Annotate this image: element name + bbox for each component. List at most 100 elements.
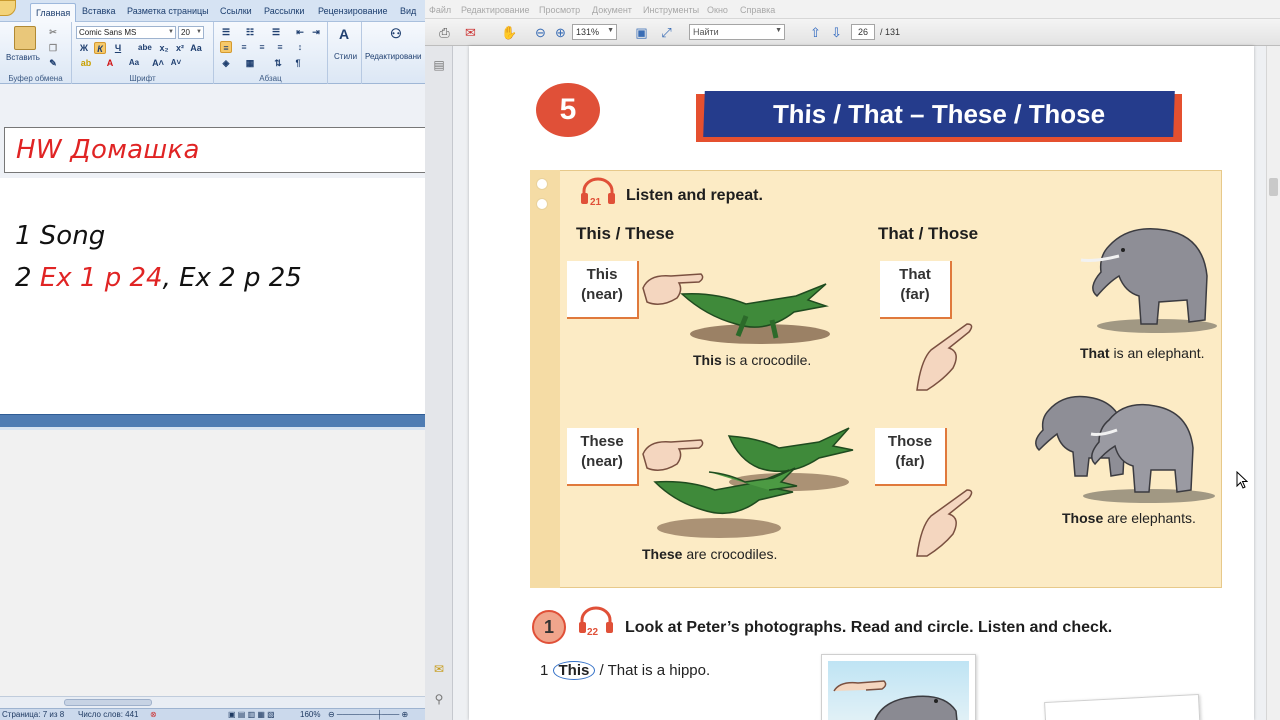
email-icon[interactable]: ✉ [463, 25, 478, 40]
superscript-button[interactable]: x² [174, 42, 186, 54]
menu-file[interactable]: Файл [429, 5, 451, 15]
justify-icon[interactable]: ≡ [274, 41, 286, 53]
shrink-font-button[interactable]: A˅ [170, 57, 182, 69]
shading-icon[interactable]: ◈ [220, 57, 232, 69]
tab-home[interactable]: Главная [30, 3, 77, 22]
sort-icon[interactable]: ⇅ [272, 57, 284, 69]
status-word-count[interactable]: Число слов: 441 [78, 710, 138, 719]
print-icon[interactable]: ⎙ [437, 25, 452, 40]
clear-format-button[interactable]: Aa [190, 42, 202, 54]
page-number-input[interactable]: 26 [851, 24, 875, 40]
photo-second [1044, 693, 1201, 720]
menu-view[interactable]: Просмотр [539, 5, 580, 15]
paste-icon[interactable] [14, 26, 36, 50]
fit-page-icon[interactable]: ▣ [634, 25, 649, 40]
tab-view[interactable]: Вид [400, 6, 416, 16]
highlight-color-button[interactable]: ab [80, 57, 92, 69]
pdf-menu-bar: Файл Редактирование Просмотр Документ Ин… [425, 0, 1280, 19]
editing-label[interactable]: Редактировани [365, 52, 422, 61]
tab-mailings[interactable]: Рассылки [264, 6, 304, 16]
exercise-item-1: 1 This / That is a hippo. [540, 661, 711, 680]
panel-margin [530, 170, 560, 588]
subscript-button[interactable]: x₂ [158, 42, 170, 54]
view-buttons[interactable]: ▣ ▤ ▥ ▦ ▧ [228, 710, 275, 719]
pages-panel-icon[interactable]: ▤ [432, 58, 446, 72]
format-painter-icon[interactable]: ✎ [47, 57, 59, 69]
align-left-icon[interactable]: ≡ [220, 41, 232, 53]
proofing-error-icon[interactable]: ⊗ [150, 710, 157, 719]
zoom-out-icon[interactable]: ⊖ [533, 25, 548, 40]
attachments-icon[interactable]: ⚲ [432, 692, 446, 706]
zoom-in-icon[interactable]: ⊕ [553, 25, 568, 40]
column-head-this-these: This / These [576, 224, 675, 243]
numbering-icon[interactable]: ☷ [244, 26, 256, 38]
show-marks-icon[interactable]: ¶ [292, 57, 304, 69]
font-size-select[interactable]: 20 ▼ [178, 26, 204, 39]
cut-icon[interactable]: ✂ [47, 26, 59, 38]
change-case-button[interactable]: Aa [128, 57, 140, 69]
office-button[interactable] [0, 0, 16, 16]
align-center-icon[interactable]: ≡ [238, 41, 250, 53]
font-name-select[interactable]: Comic Sans MS ▼ [76, 26, 176, 39]
styles-label[interactable]: Стили [334, 52, 357, 61]
zoom-slider[interactable]: ⊖ ───────┼─── ⊕ [328, 710, 408, 719]
hand-tool-icon[interactable]: ✋ [501, 25, 517, 40]
clipboard-group: Вставить ✂ ❐ ✎ Буфер обмена [0, 22, 72, 84]
document-empty-area[interactable] [0, 430, 425, 696]
font-color-button[interactable]: A [104, 57, 116, 69]
doc-line-1[interactable]: 1 Song [15, 221, 105, 251]
pdf-vertical-scrollbar[interactable] [1266, 46, 1280, 720]
styles-icon[interactable]: A [338, 27, 350, 41]
increase-indent-icon[interactable]: ⇥ [310, 26, 322, 38]
pdf-sidebar: ▤ ✉ ⚲ [425, 46, 453, 720]
status-page[interactable]: Страница: 7 из 8 [2, 710, 64, 719]
ribbon-tabs: Главная Вставка Разметка страницы Ссылки… [0, 0, 425, 22]
copy-icon[interactable]: ❐ [47, 42, 59, 54]
zoom-select[interactable]: 131% ▼ [572, 24, 617, 40]
label-this-near: This (near) [567, 261, 639, 319]
hw-heading-text[interactable]: HW Домашка [16, 135, 200, 165]
label-that-far: That (far) [880, 261, 952, 319]
fit-width-icon[interactable]: ⤢ [659, 25, 674, 40]
previous-page-icon[interactable]: ⇧ [808, 25, 823, 40]
borders-icon[interactable]: ▦ [244, 57, 256, 69]
status-zoom[interactable]: 160% [300, 710, 320, 719]
pdf-scroll-thumb[interactable] [1269, 178, 1278, 196]
menu-help[interactable]: Справка [740, 5, 775, 15]
menu-edit[interactable]: Редактирование [461, 5, 530, 15]
tab-insert[interactable]: Вставка [82, 6, 115, 16]
menu-window[interactable]: Окно [707, 5, 728, 15]
ribbon: Вставить ✂ ❐ ✎ Буфер обмена Comic Sans M… [0, 22, 425, 84]
menu-tools[interactable]: Инструменты [643, 5, 699, 15]
menu-document[interactable]: Документ [592, 5, 632, 15]
strikethrough-button[interactable]: abe [138, 42, 152, 54]
crocodiles-illustration [653, 427, 854, 538]
grow-font-button[interactable]: A˄ [152, 57, 164, 69]
italic-button[interactable]: К [94, 42, 106, 54]
comments-panel-icon[interactable]: ✉ [432, 662, 446, 676]
tab-references[interactable]: Ссылки [220, 6, 252, 16]
paste-label[interactable]: Вставить [6, 53, 40, 62]
tab-page-layout[interactable]: Разметка страницы [127, 6, 209, 16]
next-page-icon[interactable]: ⇩ [829, 25, 844, 40]
doc-line-2[interactable]: 2 Ex 1 p 24, Ex 2 p 25 [15, 263, 302, 293]
multilevel-list-icon[interactable]: ☰ [270, 26, 282, 38]
bullets-icon[interactable]: ☰ [220, 26, 232, 38]
horizontal-scrollbar[interactable] [0, 696, 425, 708]
pdf-page[interactable]: 5 This / That – These / Those 21 Listen … [469, 46, 1254, 720]
styles-group: A Стили [328, 22, 362, 84]
align-right-icon[interactable]: ≡ [256, 41, 268, 53]
line-spacing-icon[interactable]: ↕ [294, 41, 306, 53]
tab-review[interactable]: Рецензирование [318, 6, 388, 16]
caption-these-crocodiles: These are crocodiles. [642, 546, 778, 562]
mouse-cursor-icon [1236, 471, 1248, 489]
decrease-indent-icon[interactable]: ⇤ [294, 26, 306, 38]
horizontal-scroll-thumb[interactable] [64, 699, 152, 706]
document-page[interactable]: 1 Song 2 Ex 1 p 24, Ex 2 p 25 [0, 178, 425, 414]
document-page-top[interactable]: HW Домашка [4, 127, 425, 173]
find-input[interactable]: Найти ▼ [689, 24, 785, 40]
pointing-hand-far-icon [916, 323, 973, 391]
find-binoculars-icon[interactable]: ⚇ [390, 27, 402, 40]
bold-button[interactable]: Ж [78, 42, 90, 54]
underline-button[interactable]: Ч [112, 42, 124, 54]
